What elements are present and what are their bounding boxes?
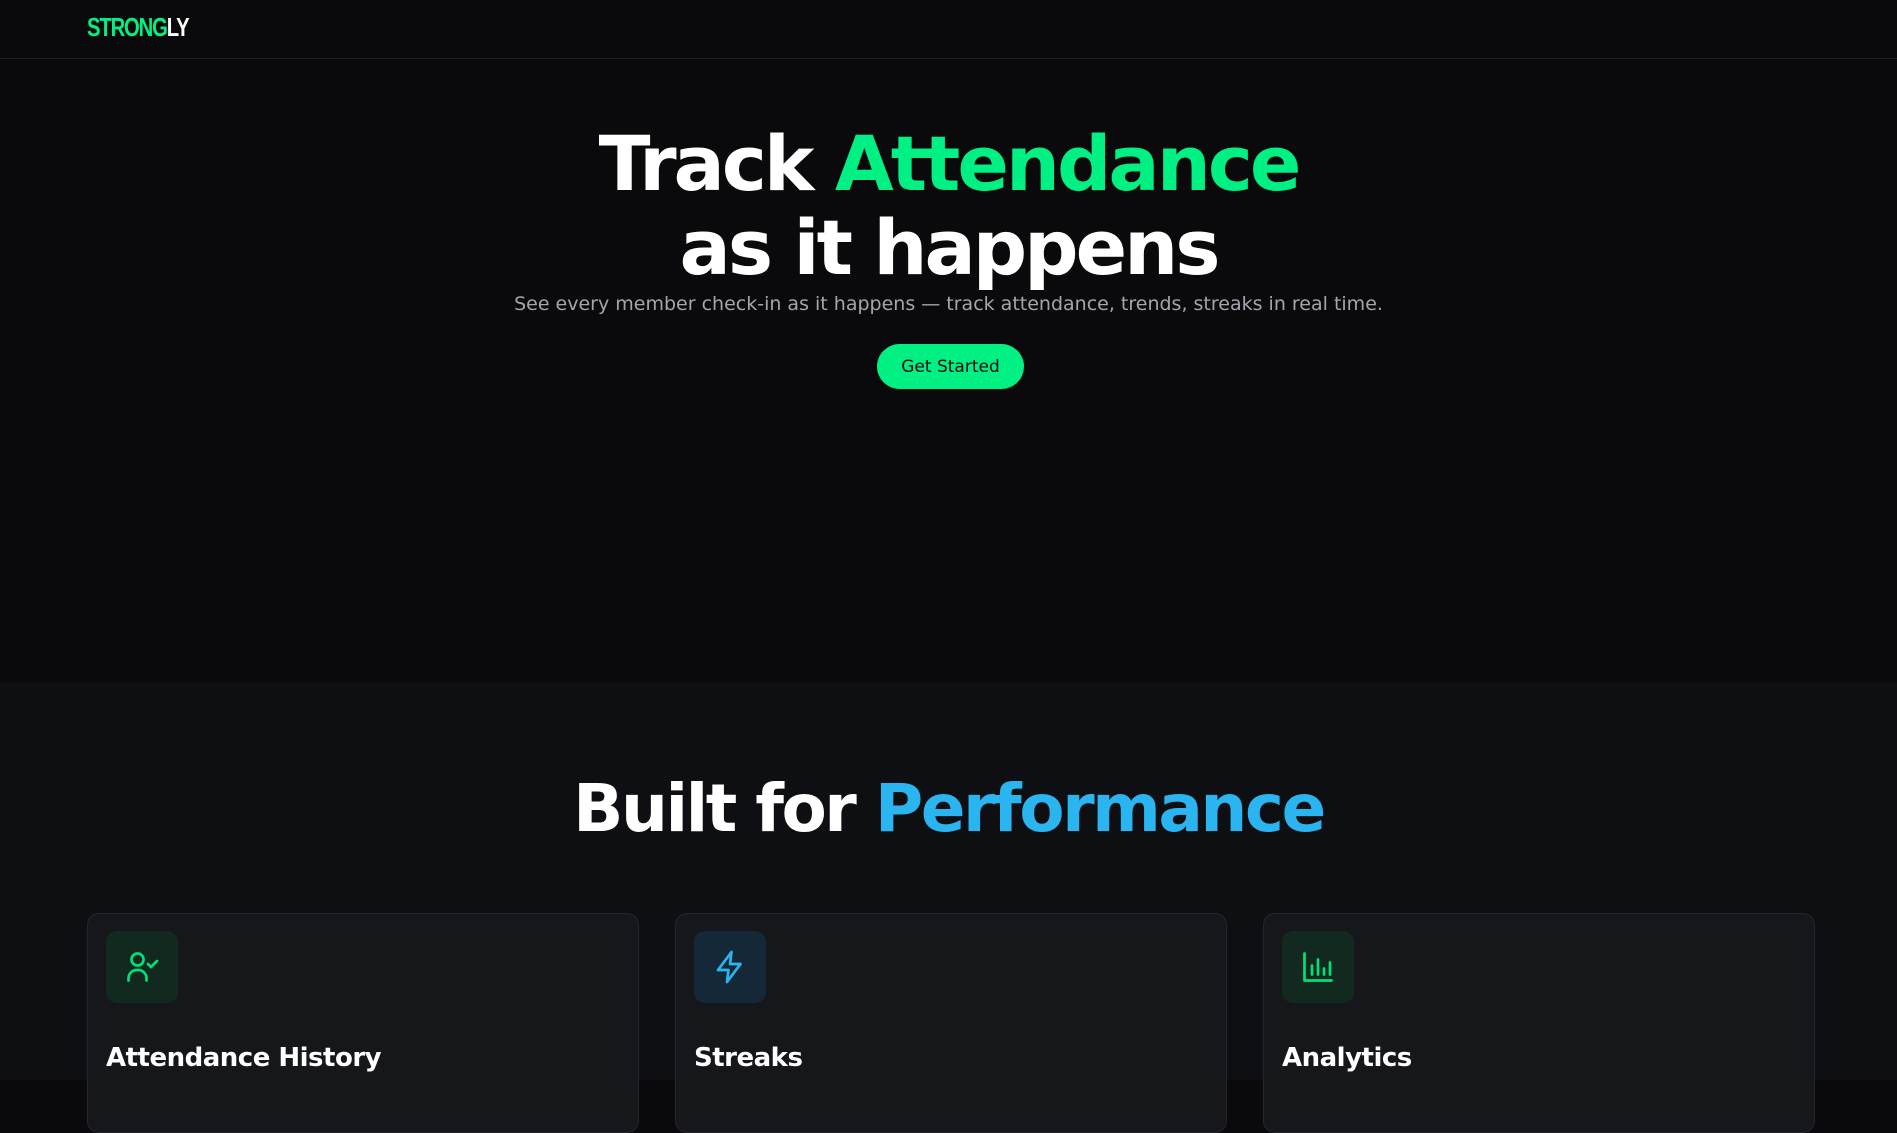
hero-title: Track Attendance as it happens <box>0 122 1897 290</box>
hero-title-line-2: as it happens <box>679 203 1221 292</box>
hero-title-line-1: Track Attendance <box>0 122 1897 206</box>
hero-subtitle: See every member check-in as it happens … <box>514 293 1383 315</box>
features-title-text: Built for <box>573 770 875 847</box>
feature-card-streaks[interactable]: Streaks <box>675 913 1227 1133</box>
bar-chart-icon <box>1282 931 1354 1003</box>
features-title: Built for Performance <box>0 771 1897 847</box>
get-started-button[interactable]: Get Started <box>877 344 1024 389</box>
hero-section: Track Attendance as it happens See every… <box>0 60 1897 683</box>
feature-card-analytics[interactable]: Analytics <box>1263 913 1815 1133</box>
hero-title-text: Track <box>598 119 835 208</box>
hero-title-highlight: Attendance <box>834 119 1302 208</box>
logo-part-ly: LY <box>166 12 190 42</box>
logo[interactable]: STRONGLY <box>87 12 190 42</box>
logo-part-strong: STRONG <box>87 12 168 42</box>
navbar: STRONGLY <box>0 0 1897 59</box>
user-check-icon <box>106 931 178 1003</box>
feature-card-title: Analytics <box>1282 1043 1412 1073</box>
feature-card-title: Streaks <box>694 1043 803 1073</box>
feature-card-title: Attendance History <box>106 1043 382 1073</box>
lightning-bolt-icon <box>694 931 766 1003</box>
features-title-highlight: Performance <box>874 770 1326 847</box>
feature-card-attendance-history[interactable]: Attendance History <box>87 913 639 1133</box>
features-section: Built for Performance Attendance History… <box>0 683 1897 1133</box>
